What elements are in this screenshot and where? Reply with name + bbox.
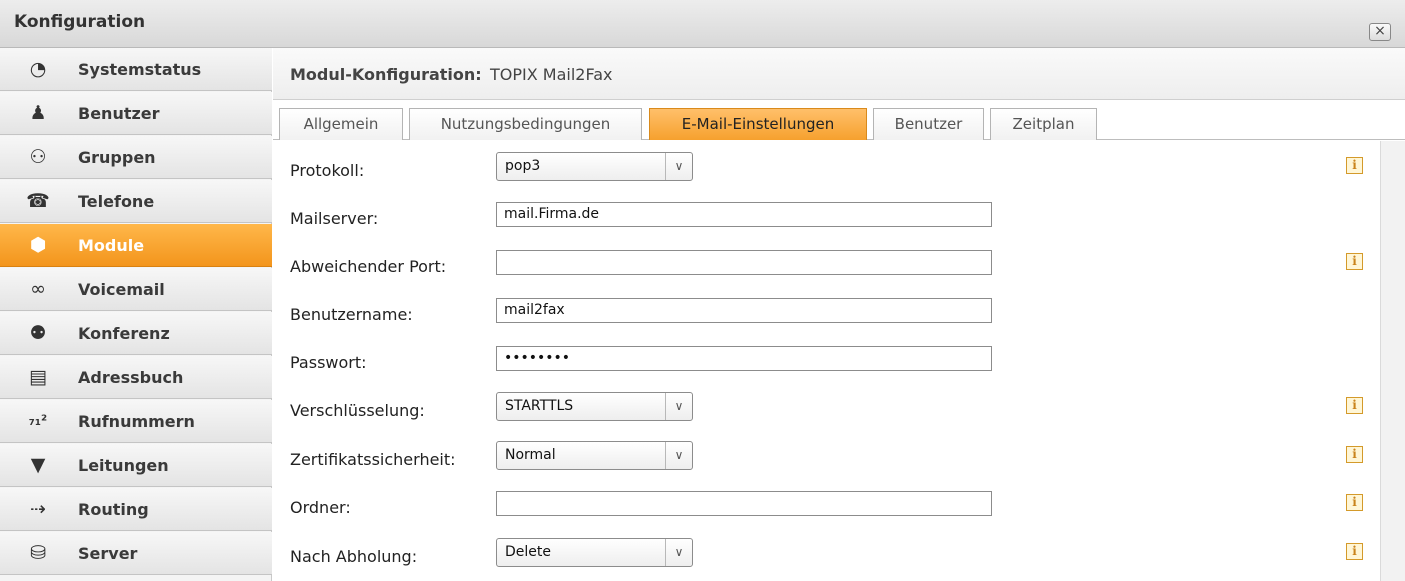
addressbook-icon: ▤ — [29, 366, 47, 388]
module-name: TOPIX Mail2Fax — [490, 65, 613, 84]
sidebar-item-label: Rufnummern — [78, 412, 195, 431]
close-button[interactable]: × — [1369, 23, 1391, 41]
verschluesselung-select[interactable]: STARTTLS ∨ — [496, 392, 693, 421]
email-settings-form: Protokoll: pop3 ∨ i Mailserver: mail.Fir… — [273, 141, 1378, 581]
passwort-label: Passwort: — [290, 353, 367, 372]
sidebar-item-label: Gruppen — [78, 148, 156, 167]
server-icon: ⛁ — [30, 542, 46, 564]
sidebar-item-label: Leitungen — [78, 456, 169, 475]
plug-icon: ▼ — [30, 454, 46, 476]
tab-benutzer[interactable]: Benutzer — [873, 108, 984, 140]
form-row-verschluesselung: Verschlüsselung: STARTTLS ∨ i — [273, 392, 1378, 426]
tab-allgemein[interactable]: Allgemein — [279, 108, 403, 140]
user-icon: ♟ — [29, 102, 47, 124]
numbers-icon: ₇₁² — [28, 413, 48, 429]
abholung-select[interactable]: Delete ∨ — [496, 538, 693, 567]
form-row-benutzername: Benutzername: mail2fax — [273, 296, 1378, 330]
form-row-mailserver: Mailserver: mail.Firma.de — [273, 200, 1378, 234]
benutzername-label: Benutzername: — [290, 305, 413, 324]
cube-icon: ⬢ — [29, 234, 47, 256]
sidebar-item-label: Konferenz — [78, 324, 170, 343]
chevron-down-icon: ∨ — [665, 539, 692, 566]
conference-icon: ⚉ — [29, 322, 47, 344]
protokoll-select[interactable]: pop3 ∨ — [496, 152, 693, 181]
window-titlebar: Konfiguration × — [0, 0, 1405, 48]
sidebar-item-label: Module — [78, 236, 145, 255]
ordner-input[interactable] — [496, 491, 992, 516]
zertifikat-value: Normal — [505, 447, 556, 463]
port-label: Abweichender Port: — [290, 257, 447, 276]
sidebar-item-label: Routing — [78, 500, 149, 519]
form-row-zertifikat: Zertifikatssicherheit: Normal ∨ i — [273, 441, 1378, 475]
tab-zeitplan[interactable]: Zeitplan — [990, 108, 1097, 140]
voicemail-icon: ∞ — [30, 278, 46, 300]
sidebar-item-module[interactable]: ⬢ Module — [0, 224, 272, 267]
chevron-down-icon: ∨ — [665, 153, 692, 180]
pie-chart-icon: ◔ — [29, 58, 47, 80]
form-row-protokoll: Protokoll: pop3 ∨ i — [273, 152, 1378, 186]
info-icon[interactable]: i — [1346, 446, 1363, 463]
info-icon[interactable]: i — [1346, 543, 1363, 560]
sidebar-item-gruppen[interactable]: ⚇ Gruppen — [0, 136, 272, 179]
abholung-label: Nach Abholung: — [290, 547, 418, 566]
sidebar-item-systemstatus[interactable]: ◔ Systemstatus — [0, 48, 272, 91]
module-header-label: Modul-Konfiguration: — [290, 65, 482, 84]
phone-icon: ☎ — [26, 190, 50, 212]
sidebar-item-routing[interactable]: ⇢ Routing — [0, 488, 272, 531]
module-header: Modul-Konfiguration: TOPIX Mail2Fax — [273, 48, 1405, 100]
info-icon[interactable]: i — [1346, 253, 1363, 270]
tab-nutzungsbedingungen[interactable]: Nutzungsbedingungen — [409, 108, 642, 140]
benutzername-input[interactable]: mail2fax — [496, 298, 992, 323]
form-row-passwort: Passwort: •••••••• — [273, 344, 1378, 378]
sidebar-item-rufnummern[interactable]: ₇₁² Rufnummern — [0, 400, 272, 443]
abholung-value: Delete — [505, 544, 551, 560]
sidebar-item-label: Adressbuch — [78, 368, 184, 387]
chevron-down-icon: ∨ — [665, 393, 692, 420]
window-title: Konfiguration — [14, 12, 146, 32]
passwort-input[interactable]: •••••••• — [496, 346, 992, 371]
form-row-port: Abweichender Port: i — [273, 248, 1378, 282]
mailserver-label: Mailserver: — [290, 209, 379, 228]
scrollbar[interactable] — [1380, 141, 1405, 581]
sidebar-item-benutzer[interactable]: ♟ Benutzer — [0, 92, 272, 135]
mailserver-input[interactable]: mail.Firma.de — [496, 202, 992, 227]
zertifikat-select[interactable]: Normal ∨ — [496, 441, 693, 470]
zertifikat-label: Zertifikatssicherheit: — [290, 450, 456, 469]
sidebar-item-konferenz[interactable]: ⚉ Konferenz — [0, 312, 272, 355]
info-icon[interactable]: i — [1346, 157, 1363, 174]
sidebar-item-label: Systemstatus — [78, 60, 202, 79]
chevron-down-icon: ∨ — [665, 442, 692, 469]
info-icon[interactable]: i — [1346, 494, 1363, 511]
form-row-abholung: Nach Abholung: Delete ∨ i — [273, 538, 1378, 572]
sidebar-item-label: Telefone — [78, 192, 155, 211]
sidebar: ◔ Systemstatus ♟ Benutzer ⚇ Gruppen ☎ Te… — [0, 48, 272, 581]
sidebar-item-label: Server — [78, 544, 138, 563]
tab-bar: Allgemein Nutzungsbedingungen E-Mail-Ein… — [273, 100, 1405, 140]
sidebar-item-voicemail[interactable]: ∞ Voicemail — [0, 268, 272, 311]
group-icon: ⚇ — [29, 146, 47, 168]
sidebar-item-label: Benutzer — [78, 104, 160, 123]
protokoll-label: Protokoll: — [290, 161, 365, 180]
sidebar-item-label: Voicemail — [78, 280, 165, 299]
protokoll-value: pop3 — [505, 158, 541, 174]
verschluesselung-value: STARTTLS — [505, 398, 574, 414]
sidebar-item-server[interactable]: ⛁ Server — [0, 532, 272, 575]
form-row-ordner: Ordner: i — [273, 489, 1378, 523]
sidebar-item-adressbuch[interactable]: ▤ Adressbuch — [0, 356, 272, 399]
ordner-label: Ordner: — [290, 498, 351, 517]
sidebar-item-telefone[interactable]: ☎ Telefone — [0, 180, 272, 223]
tab-email-einstellungen[interactable]: E-Mail-Einstellungen — [649, 108, 867, 140]
info-icon[interactable]: i — [1346, 397, 1363, 414]
routing-icon: ⇢ — [30, 498, 46, 520]
main-content: Modul-Konfiguration: TOPIX Mail2Fax Allg… — [273, 48, 1405, 581]
port-input[interactable] — [496, 250, 992, 275]
verschluesselung-label: Verschlüsselung: — [290, 401, 425, 420]
sidebar-item-leitungen[interactable]: ▼ Leitungen — [0, 444, 272, 487]
